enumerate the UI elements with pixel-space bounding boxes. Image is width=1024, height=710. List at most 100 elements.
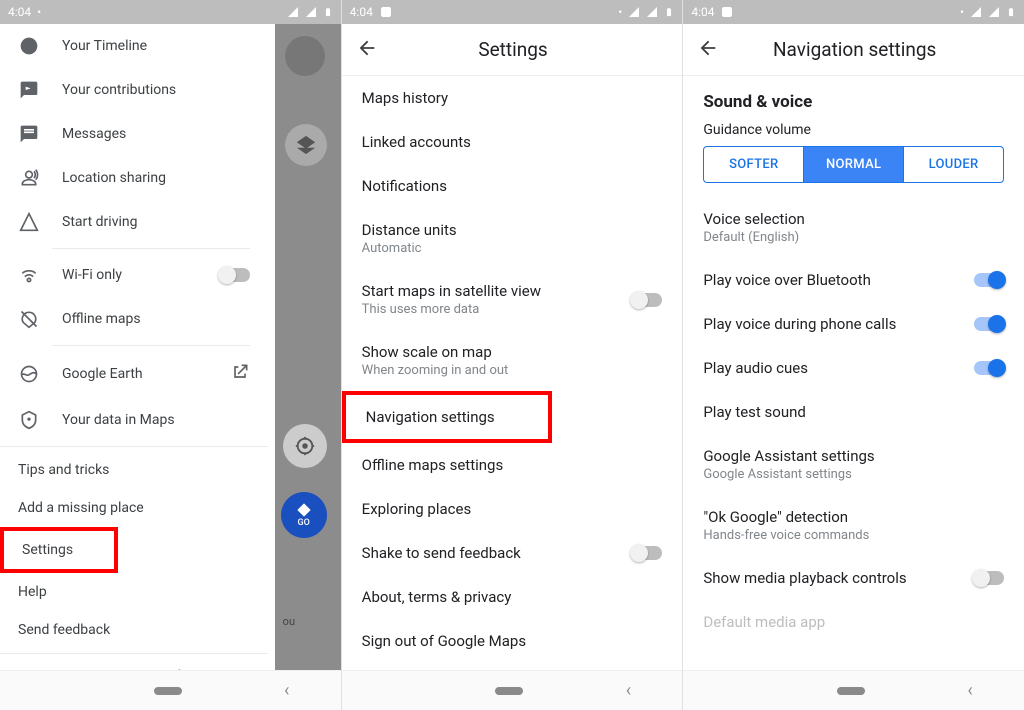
media-controls-toggle[interactable] — [974, 571, 1004, 585]
signal-icon — [305, 6, 317, 18]
setting-assistant[interactable]: Google Assistant settingsGoogle Assistan… — [683, 434, 1024, 495]
back-button[interactable] — [697, 37, 719, 63]
battery-icon — [323, 5, 333, 19]
divider — [0, 446, 268, 447]
driving-icon — [18, 212, 40, 232]
screen-navigation-settings: 4:04 • Navigation settings Sound & voice… — [683, 0, 1024, 710]
offline-maps-icon — [18, 309, 40, 329]
setting-navigation-settings[interactable]: Navigation settings — [342, 391, 553, 443]
privacy-link[interactable]: Privacy Policy — [49, 668, 117, 670]
seg-normal[interactable]: NORMAL — [803, 147, 903, 182]
system-navbar: ‹ — [342, 670, 683, 710]
setting-default-media[interactable]: Default media app — [683, 600, 1024, 644]
drawer-item-offline-maps[interactable]: Offline maps — [0, 297, 268, 341]
setting-voice-phone-calls[interactable]: Play voice during phone calls — [683, 302, 1024, 346]
setting-offline-maps-settings[interactable]: Offline maps settings — [342, 443, 683, 487]
bluetooth-toggle[interactable] — [974, 273, 1004, 287]
drawer-item-google-earth[interactable]: Google Earth — [0, 350, 268, 398]
nav-home-pill[interactable] — [837, 687, 865, 695]
drawer-item-contributions[interactable]: Your contributions — [0, 68, 268, 112]
audio-cues-toggle[interactable] — [974, 361, 1004, 375]
setting-bluetooth-voice[interactable]: Play voice over Bluetooth — [683, 258, 1024, 302]
setting-satellite[interactable]: Start maps in satellite viewThis uses mo… — [342, 269, 683, 330]
section-sound-voice: Sound & voice — [683, 76, 1024, 122]
notification-dot-icon: • — [960, 5, 964, 19]
setting-shake-feedback[interactable]: Shake to send feedback — [342, 531, 683, 575]
back-button[interactable] — [356, 37, 378, 63]
status-time: 4:04 — [8, 5, 31, 19]
drawer-item-add-missing[interactable]: Add a missing place — [0, 489, 268, 527]
settings-list[interactable]: Maps history Linked accounts Notificatio… — [342, 76, 683, 670]
signal-icon — [988, 6, 1000, 18]
setting-linked-accounts[interactable]: Linked accounts — [342, 120, 683, 164]
setting-audio-cues[interactable]: Play audio cues — [683, 346, 1024, 390]
setting-ok-google[interactable]: "Ok Google" detectionHands-free voice co… — [683, 495, 1024, 556]
drawer-footer: Privacy Policy • Terms of Service — [0, 658, 268, 670]
nav-home-pill[interactable] — [495, 687, 523, 695]
shield-icon — [18, 410, 40, 430]
drawer-item-your-data[interactable]: Your data in Maps — [0, 398, 268, 442]
shake-toggle[interactable] — [632, 546, 662, 560]
drawer-item-start-driving[interactable]: Start driving — [0, 200, 268, 244]
setting-sign-out[interactable]: Sign out of Google Maps — [342, 619, 683, 663]
navigation-drawer: Your Timeline Your contributions Message… — [0, 24, 268, 670]
phone-calls-toggle[interactable] — [974, 317, 1004, 331]
nav-settings-list[interactable]: Sound & voice Guidance volume SOFTER NOR… — [683, 76, 1024, 670]
drawer-item-wifi-only[interactable]: Wi-Fi only — [0, 253, 268, 297]
drawer-item-send-feedback[interactable]: Send feedback — [0, 611, 268, 649]
notification-indicator-icon: • — [37, 5, 41, 19]
setting-exploring-places[interactable]: Exploring places — [342, 487, 683, 531]
screen-maps-drawer: 4:04 • GO ou — [0, 0, 342, 710]
status-time: 4:04 — [350, 5, 373, 19]
nav-back-icon[interactable]: ‹ — [967, 680, 972, 701]
seg-louder[interactable]: LOUDER — [903, 147, 1003, 182]
satellite-toggle[interactable] — [632, 293, 662, 307]
drawer-item-timeline[interactable]: Your Timeline — [0, 24, 268, 68]
notification-dot-icon: • — [618, 5, 622, 19]
screen-settings: 4:04 • Settings Maps history Linked acco… — [342, 0, 684, 710]
nav-back-icon[interactable]: ‹ — [626, 680, 631, 701]
setting-notifications[interactable]: Notifications — [342, 164, 683, 208]
drawer-item-help[interactable]: Help — [0, 573, 268, 611]
youtube-icon — [379, 7, 393, 17]
drawer-label: Google Earth — [62, 366, 143, 382]
page-title: Navigation settings — [733, 38, 976, 61]
drawer-label: Start driving — [62, 214, 137, 230]
drawer-label: Wi-Fi only — [62, 267, 122, 283]
seg-softer[interactable]: SOFTER — [704, 147, 803, 182]
profile-avatar[interactable] — [285, 36, 325, 76]
page-title: Settings — [392, 38, 635, 61]
bottom-sheet-hint: ou — [283, 615, 295, 628]
wifi-only-toggle[interactable] — [220, 268, 250, 282]
guidance-volume-label: Guidance volume — [683, 122, 1024, 146]
status-bar: 4:04 • — [683, 0, 1024, 24]
wifi-icon — [18, 265, 40, 285]
battery-icon — [664, 5, 674, 19]
map-scrim: GO ou — [275, 24, 341, 670]
setting-test-sound[interactable]: Play test sound — [683, 390, 1024, 434]
signal-icon — [970, 6, 982, 18]
locate-button[interactable] — [283, 424, 327, 468]
layers-button[interactable] — [285, 124, 327, 166]
messages-icon — [18, 124, 40, 144]
setting-distance-units[interactable]: Distance unitsAutomatic — [342, 208, 683, 269]
setting-voice-selection[interactable]: Voice selectionDefault (English) — [683, 197, 1024, 258]
terms-link[interactable]: Terms of Service — [136, 668, 218, 670]
nav-home-pill[interactable] — [154, 687, 182, 695]
drawer-item-messages[interactable]: Messages — [0, 112, 268, 156]
go-fab[interactable]: GO — [281, 492, 327, 538]
dot-separator: • — [125, 669, 128, 670]
battery-icon — [1006, 5, 1016, 19]
drawer-item-tips[interactable]: Tips and tricks — [0, 451, 268, 489]
drawer-item-settings[interactable]: Settings — [0, 527, 118, 573]
drawer-item-location-sharing[interactable]: Location sharing — [0, 156, 268, 200]
setting-maps-history[interactable]: Maps history — [342, 76, 683, 120]
setting-scale[interactable]: Show scale on mapWhen zooming in and out — [342, 330, 683, 391]
nav-back-icon[interactable]: ‹ — [284, 680, 289, 701]
setting-about[interactable]: About, terms & privacy — [342, 575, 683, 619]
drawer-label: Messages — [62, 126, 126, 142]
setting-media-controls[interactable]: Show media playback controls — [683, 556, 1024, 600]
app-bar: Settings — [342, 24, 683, 76]
status-bar: 4:04 • — [342, 0, 683, 24]
system-navbar: ‹ — [0, 670, 341, 710]
